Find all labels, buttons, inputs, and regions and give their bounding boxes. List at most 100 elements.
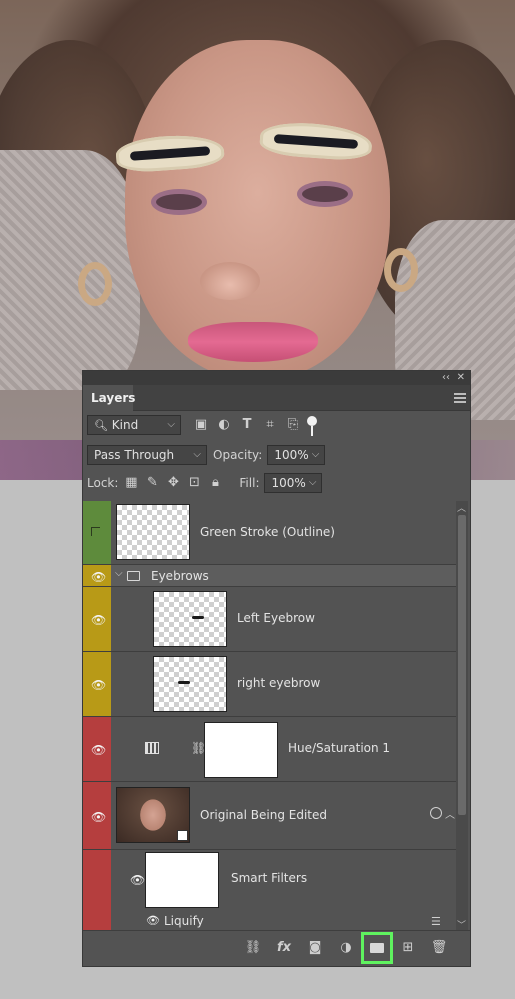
liquify-filter-row[interactable]: 👁︎ Liquify ☰ (83, 913, 456, 931)
smart-filter-options-icon[interactable] (430, 807, 442, 819)
opacity-label: Opacity: (213, 448, 263, 462)
eye-icon[interactable]: 👁︎ (91, 613, 106, 627)
smart-object-filter-icon[interactable]: ⎘ (285, 417, 301, 433)
layers-panel: ‹‹ ✕ Layers 🔍︎ Kind ⌵ ▣ ◐ T ⌗ ⎘ Pass Thr… (82, 370, 471, 967)
filter-blending-options-icon[interactable]: ☰ (431, 915, 441, 928)
layer-color-tag[interactable]: 👁︎ (83, 565, 111, 586)
close-panel-icon[interactable]: ✕ (457, 371, 465, 385)
layer-color-tag[interactable]: 👁︎ (83, 717, 111, 781)
eye-icon[interactable]: 👁︎ (146, 914, 160, 927)
filter-icons: ▣ ◐ T ⌗ ⎘ (193, 417, 301, 433)
blend-row: Pass Through ⌵ Opacity: 100% ⌵ (87, 445, 326, 465)
chevron-down-icon: ⌵ (311, 449, 320, 460)
kind-filter-dropdown[interactable]: 🔍︎ Kind ⌵ (87, 415, 181, 435)
eyebrow-stroke-mark (192, 616, 204, 619)
panel-title-strip: ‹‹ ✕ (83, 371, 470, 385)
chevron-down-icon: ⌵ (167, 419, 175, 430)
layer-color-tag[interactable]: 👁︎ (83, 782, 111, 849)
adjustment-icon[interactable]: ◑ (335, 937, 357, 959)
link-icon[interactable]: ⛓︎ (242, 937, 264, 959)
filter-row: 🔍︎ Kind ⌵ ▣ ◐ T ⌗ ⎘ (87, 415, 317, 436)
adjustment-filter-icon[interactable]: ◐ (216, 417, 232, 433)
blend-mode-dropdown[interactable]: Pass Through ⌵ (87, 445, 207, 465)
layer-row[interactable]: 👁︎ Left Eyebrow (83, 587, 456, 652)
lock-row: Lock: ▦ ✎ ✥ ⊡ 🔒︎ Fill: 100% ⌵ (87, 473, 323, 493)
layer-thumbnail (153, 656, 227, 712)
chevron-down-icon: ⌵ (193, 449, 201, 460)
eyebrow-stroke-mark (178, 681, 190, 684)
layer-name[interactable]: right eyebrow (237, 676, 320, 690)
fx-icon[interactable]: fx (273, 937, 295, 959)
group-name[interactable]: Eyebrows (151, 569, 209, 583)
layer-name[interactable]: Original Being Edited (200, 808, 327, 822)
layer-color-tag[interactable] (83, 913, 111, 931)
smart-object-badge-icon (177, 830, 188, 841)
panel-menu-icon[interactable] (454, 393, 466, 403)
chevron-down-icon: ⌵ (308, 477, 317, 488)
image-filter-icon[interactable]: ▣ (193, 417, 209, 433)
fill-field[interactable]: 100% ⌵ (264, 473, 323, 493)
chevron-up-icon[interactable]: ︿ (457, 501, 466, 514)
opacity-field[interactable]: 100% ⌵ (267, 445, 326, 465)
lock-position-icon[interactable]: ✥ (165, 475, 181, 491)
search-icon: 🔍︎ (94, 419, 108, 432)
collapse-panel-icon[interactable]: ‹‹ (442, 371, 450, 385)
lock-transparent-icon[interactable]: ▦ (123, 475, 139, 491)
layer-row[interactable]: 👁︎ Original Being Edited ︿ (83, 782, 456, 850)
layer-color-tag[interactable] (83, 850, 111, 913)
tab-layers[interactable]: Layers (83, 385, 135, 411)
mask-icon[interactable]: ◙ (304, 937, 326, 959)
fill-label: Fill: (239, 476, 260, 490)
sweater-left (0, 150, 140, 390)
hue-saturation-adjustment-icon (145, 742, 159, 754)
lock-all-icon[interactable]: 🔒︎ (207, 475, 223, 491)
new-group-icon[interactable] (361, 932, 393, 964)
layer-name[interactable]: Green Stroke (Outline) (200, 525, 335, 539)
kind-filter-label: Kind (111, 418, 139, 432)
layer-row[interactable]: 👁︎ right eyebrow (83, 652, 456, 717)
layer-row[interactable]: Green Stroke (Outline) (83, 501, 456, 565)
layer-list-scrollbar[interactable]: ︿ ﹀ (456, 501, 468, 931)
layer-thumbnail (116, 504, 190, 560)
lock-artboard-icon[interactable]: ⊡ (186, 475, 202, 491)
blend-mode-value: Pass Through (94, 448, 175, 462)
visibility-off-icon[interactable] (91, 527, 100, 536)
layer-color-tag[interactable]: 👁︎ (83, 652, 111, 716)
eye-icon[interactable]: 👁︎ (91, 810, 106, 824)
layers-footer-toolbar: ⛓︎ fx ◙ ◑ ⊞ 🗑︎ (83, 930, 470, 966)
filter-name[interactable]: Liquify (164, 914, 204, 928)
opacity-value: 100% (274, 448, 309, 462)
layer-name[interactable]: Smart Filters (231, 871, 307, 885)
eye-icon[interactable]: 👁︎ (91, 570, 106, 584)
layer-thumbnail (116, 787, 190, 843)
smart-filter-mask-thumbnail (145, 852, 219, 908)
fill-value: 100% (271, 476, 306, 490)
right-eye (302, 186, 348, 202)
panel-tab-bar: Layers (83, 385, 470, 411)
layer-thumbnail (153, 591, 227, 647)
shape-filter-icon[interactable]: ⌗ (262, 417, 278, 433)
earring-left (78, 262, 112, 306)
layer-color-tag[interactable] (83, 501, 111, 564)
layer-color-tag[interactable]: 👁︎ (83, 587, 111, 651)
smart-filters-row[interactable]: 👁︎ Smart Filters (83, 850, 456, 913)
trash-icon[interactable]: 🗑︎ (428, 937, 450, 959)
layer-row[interactable]: 👁︎ ⛓︎ Hue/Saturation 1 (83, 717, 456, 782)
left-eye (156, 194, 202, 210)
scrollbar-thumb[interactable] (458, 515, 466, 815)
chevron-down-icon[interactable]: ⌵ (115, 568, 123, 579)
eye-icon[interactable]: 👁︎ (91, 743, 106, 757)
new-layer-icon[interactable]: ⊞ (397, 937, 419, 959)
folder-icon (127, 571, 140, 581)
eye-icon[interactable]: 👁︎ (91, 678, 106, 692)
group-row[interactable]: 👁︎ ⌵ Eyebrows (83, 565, 456, 587)
earring-right (384, 248, 418, 292)
eye-icon[interactable]: 👁︎ (130, 873, 145, 887)
filter-toggle-icon[interactable] (307, 416, 317, 436)
layer-name[interactable]: Left Eyebrow (237, 611, 315, 625)
layer-name[interactable]: Hue/Saturation 1 (288, 741, 390, 755)
nose (200, 262, 260, 300)
chevron-up-icon[interactable]: ︿ (445, 806, 455, 821)
lock-image-icon[interactable]: ✎ (144, 475, 160, 491)
type-filter-icon[interactable]: T (239, 417, 255, 433)
